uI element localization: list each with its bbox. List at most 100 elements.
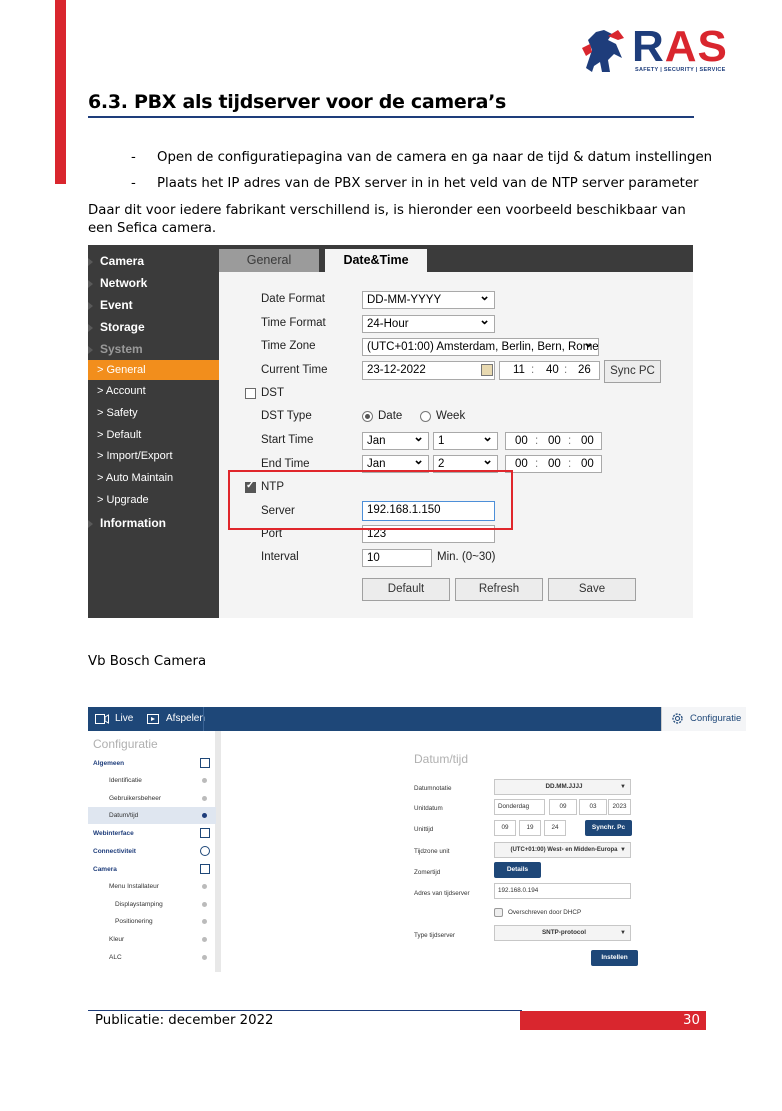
gear-icon	[672, 713, 683, 724]
sidebar-item-information[interactable]: Information	[88, 516, 219, 530]
top-bar: Live Afspelen Configuratie	[88, 707, 746, 731]
second-field[interactable]: 24	[544, 820, 566, 836]
date-format-select[interactable]: DD.MM.JJJJ	[494, 779, 631, 795]
time-zone-select[interactable]: (UTC+01:00) Amsterdam, Berlin, Bern, Rom…	[362, 338, 599, 356]
sidebar-item-upgrade[interactable]: > Upgrade	[88, 494, 219, 506]
tab-general[interactable]: General	[219, 249, 319, 272]
hour-value: 00	[515, 458, 528, 470]
year-field[interactable]: 2023	[608, 799, 631, 815]
page-number: 30	[683, 1013, 700, 1028]
tab-date-time[interactable]: Date&Time	[325, 249, 427, 272]
label-tijdzone: Tijdzone unit	[414, 848, 450, 855]
hour-field[interactable]: 09	[494, 820, 516, 836]
sefica-camera-screenshot: Camera Network Event Storage System > Ge…	[88, 245, 693, 618]
video-icon	[95, 714, 109, 724]
label-adres-tijdserver: Adres van tijdserver	[414, 890, 470, 897]
sidebar-item-system[interactable]: System	[88, 342, 219, 356]
label-datumnotatie: Datumnotatie	[414, 785, 452, 792]
status-dot	[202, 937, 207, 942]
sidebar-item-webinterface[interactable]: Webinterface	[88, 825, 216, 842]
sidebar-item-auto-maintain[interactable]: > Auto Maintain	[88, 472, 219, 484]
sidebar-item-camera[interactable]: Camera	[88, 861, 216, 878]
current-date-input[interactable]: 23-12-2022	[362, 361, 495, 380]
default-button[interactable]: Default	[362, 578, 450, 601]
bosch-caption: Vb Bosch Camera	[88, 654, 207, 669]
label-interval: Interval	[261, 551, 299, 563]
bosch-camera-screenshot: Live Afspelen Configuratie Configuratie …	[88, 707, 746, 972]
separator	[203, 707, 204, 731]
sidebar-item-safety[interactable]: > Safety	[88, 407, 219, 419]
sidebar-item-gebruikersbeheer[interactable]: Gebruikersbeheer	[88, 790, 216, 807]
sidebar-item-storage[interactable]: Storage	[88, 320, 219, 334]
dst-checkbox[interactable]	[245, 388, 256, 399]
synchr-pc-button[interactable]: Synchr. Pc	[585, 820, 632, 836]
save-button[interactable]: Save	[548, 578, 636, 601]
time-server-address-input[interactable]: 192.168.0.194	[494, 883, 631, 899]
interval-input[interactable]: 10	[362, 549, 432, 567]
calendar-icon[interactable]	[481, 364, 493, 376]
details-button[interactable]: Details	[494, 862, 541, 878]
sidebar-item-algemeen[interactable]: Algemeen	[88, 755, 216, 772]
instellen-button[interactable]: Instellen	[591, 950, 638, 966]
logo-tagline: SAFETY | SECURITY | SERVICE	[635, 67, 726, 73]
dhcp-override-label: Overschreven door DHCP	[508, 909, 582, 916]
sidebar-item-displaystamping[interactable]: Displaystamping	[88, 896, 216, 913]
time-format-select[interactable]: 24-Hour	[362, 315, 495, 333]
label-zomertijd: Zomertijd	[414, 869, 441, 876]
status-dot	[202, 778, 207, 783]
dst-type-week-radio[interactable]	[420, 411, 431, 422]
second-value: 00	[581, 435, 594, 447]
current-time-input[interactable]: 11 : 40 : 26	[499, 361, 600, 380]
bullet-item: - Plaats het IP adres van de PBX server i…	[131, 176, 699, 191]
time-separator: :	[564, 364, 568, 376]
playback-icon	[147, 714, 159, 724]
sidebar-item-identificatie[interactable]: Identificatie	[88, 772, 216, 789]
sidebar-item-general[interactable]: > General	[88, 360, 219, 380]
sidebar-item-account[interactable]: > Account	[88, 385, 219, 397]
dhcp-override-checkbox[interactable]	[494, 908, 503, 917]
status-dot	[202, 955, 207, 960]
label-time-format: Time Format	[261, 317, 326, 329]
weekday-field[interactable]: Donderdag	[494, 799, 545, 815]
sidebar-item-datum-tijd[interactable]: Datum/tijd	[88, 807, 216, 824]
sidebar-item-network[interactable]: Network	[88, 276, 219, 290]
start-time-input[interactable]: 00 : 00 : 00	[505, 432, 602, 450]
start-day-select[interactable]: 1	[433, 432, 498, 450]
bullet-item: - Open de configuratiepagina van de camer…	[131, 150, 713, 165]
label-unittijd: Unittijd	[414, 826, 434, 833]
sync-pc-button[interactable]: Sync PC	[604, 360, 661, 383]
minute-field[interactable]: 19	[519, 820, 541, 836]
date-format-select[interactable]: DD-MM-YYYY	[362, 291, 495, 309]
end-time-input[interactable]: 00 : 00 : 00	[505, 455, 602, 473]
time-separator: :	[535, 435, 539, 447]
status-dot	[202, 884, 207, 889]
sidebar-item-camera[interactable]: Camera	[88, 254, 219, 268]
radio-label-date: Date	[378, 410, 403, 422]
publication-date: Publicatie: december 2022	[95, 1013, 274, 1028]
time-zone-select[interactable]: (UTC+01:00) West- en Midden-Europa	[494, 842, 631, 858]
sidebar-item-kleur[interactable]: Kleur	[88, 931, 216, 948]
monitor-icon	[200, 828, 210, 838]
status-dot	[202, 919, 207, 924]
day-field[interactable]: 09	[549, 799, 577, 815]
time-server-type-select[interactable]: SNTP-protocol	[494, 925, 631, 941]
intro-paragraph: Daar dit voor iedere fabrikant verschill…	[88, 203, 686, 236]
sidebar-item-alc[interactable]: ALC	[88, 949, 216, 966]
sidebar-item-positionering[interactable]: Positionering	[88, 913, 216, 930]
hour-value: 11	[513, 364, 525, 376]
dst-type-date-radio[interactable]	[362, 411, 373, 422]
tab-afspelen[interactable]: Afspelen	[166, 707, 205, 731]
label-type-tijdserver: Type tijdserver	[414, 932, 455, 939]
tab-configuratie[interactable]: Configuratie	[661, 707, 746, 731]
sidebar-item-connectiviteit[interactable]: Connectiviteit	[88, 843, 216, 860]
start-month-select[interactable]: Jan	[362, 432, 429, 450]
second-value: 00	[581, 458, 594, 470]
cloud-icon	[200, 846, 210, 856]
sidebar-item-import-export[interactable]: > Import/Export	[88, 450, 219, 462]
refresh-button[interactable]: Refresh	[455, 578, 543, 601]
tab-live[interactable]: Live	[115, 707, 133, 731]
sidebar-item-default[interactable]: > Default	[88, 429, 219, 441]
sidebar-item-menu-installateur[interactable]: Menu Installateur	[88, 878, 216, 895]
sidebar-item-event[interactable]: Event	[88, 298, 219, 312]
month-field[interactable]: 03	[579, 799, 607, 815]
